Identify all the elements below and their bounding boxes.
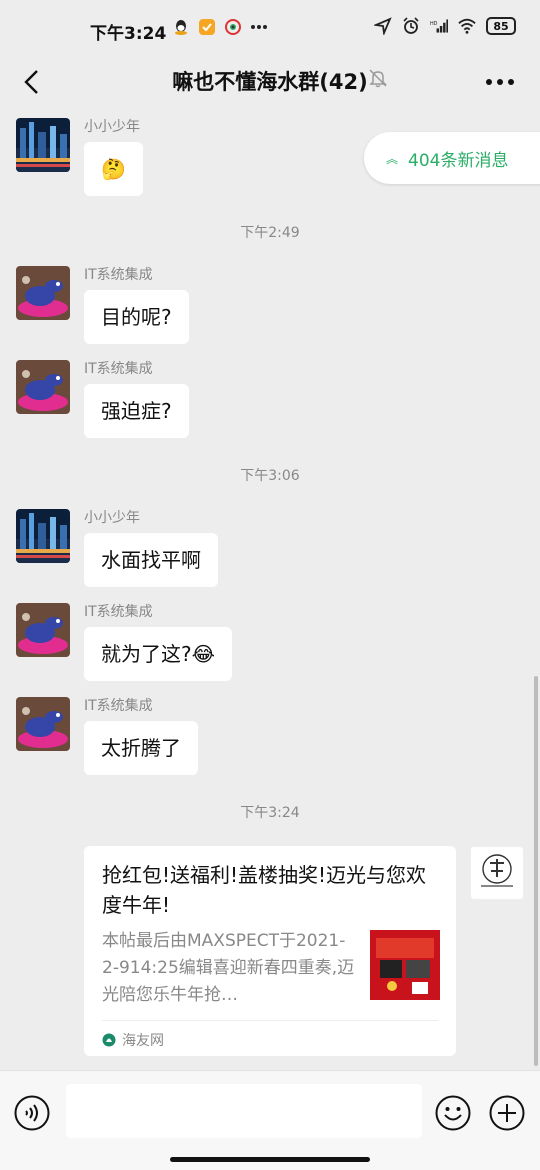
- source-logo-icon: [102, 1033, 116, 1047]
- message-bubble[interactable]: 🤔: [84, 142, 143, 196]
- double-chevron-up-icon: ︽: [386, 151, 399, 166]
- link-card-source: 海友网: [102, 1030, 164, 1050]
- scrollbar[interactable]: [534, 676, 538, 1066]
- svg-text:HD: HD: [430, 21, 438, 27]
- cellular-signal-icon: HD: [430, 19, 448, 33]
- message-row: IT系统集成 太折腾了: [16, 697, 198, 775]
- battery-level: 85: [493, 19, 509, 33]
- timestamp: 下午2:49: [240, 225, 300, 241]
- notes-app-icon: [199, 19, 215, 35]
- emoji-icon[interactable]: [435, 1095, 471, 1131]
- sender-name: 小小少年: [84, 510, 140, 526]
- message-input-bar: [0, 1070, 540, 1170]
- link-card-thumbnail: [370, 930, 440, 1000]
- weibo-icon: [225, 19, 241, 35]
- avatar-city-night[interactable]: [16, 509, 70, 563]
- sender-name: IT系统集成: [84, 267, 153, 283]
- timestamp: 下午3:24: [240, 805, 300, 821]
- new-messages-label: 404条新消息: [408, 150, 509, 171]
- avatar-city-night[interactable]: [16, 118, 70, 172]
- home-indicator[interactable]: [170, 1157, 370, 1162]
- chat-header: 嘛也不懂海水群(42): [0, 58, 540, 106]
- message-row: 小小少年 🤔: [16, 118, 143, 196]
- notification-icons: [172, 18, 268, 36]
- mute-bell-icon: [369, 69, 387, 88]
- message-bubble[interactable]: 目的呢?: [84, 290, 189, 344]
- message-row: IT系统集成 目的呢?: [16, 266, 189, 344]
- more-options-button[interactable]: [480, 64, 520, 100]
- message-bubble[interactable]: 太折腾了: [84, 721, 198, 775]
- message-bubble[interactable]: 强迫症?: [84, 384, 189, 438]
- self-avatar[interactable]: [470, 846, 524, 900]
- alarm-icon: [403, 17, 419, 34]
- avatar-dinosaur[interactable]: [16, 603, 70, 657]
- more-notifications-icon: [251, 25, 267, 29]
- new-messages-button[interactable]: ︽ 404条新消息: [364, 132, 540, 184]
- chat-message-list[interactable]: 小小少年 🤔 ︽ 404条新消息 下午2:49 IT系统集成 目的呢? IT系统…: [0, 106, 540, 1070]
- timestamp: 下午3:06: [240, 468, 300, 484]
- status-time: 下午3:24: [90, 24, 167, 44]
- system-status-icons: HD 85: [374, 17, 516, 35]
- sender-name: IT系统集成: [84, 361, 153, 377]
- status-bar: 下午3:24 HD 85: [0, 0, 540, 58]
- avatar-dinosaur[interactable]: [16, 266, 70, 320]
- link-card-message[interactable]: 抢红包!送福利!盖楼抽奖!迈光与您欢度牛年! 本帖最后由MAXSPECT于202…: [84, 846, 456, 1056]
- link-card-description: 本帖最后由MAXSPECT于2021-2-914:25编辑喜迎新春四重奏,迈光陪…: [102, 931, 355, 1005]
- sender-name: 小小少年: [84, 119, 140, 135]
- sender-name: IT系统集成: [84, 698, 153, 714]
- message-row: IT系统集成 强迫症?: [16, 360, 189, 438]
- link-card-divider: [102, 1020, 438, 1021]
- message-bubble[interactable]: 水面找平啊: [84, 533, 218, 587]
- wifi-icon: [458, 18, 476, 34]
- message-row: IT系统集成 就为了这?😂: [16, 603, 232, 681]
- sender-name: IT系统集成: [84, 604, 153, 620]
- message-bubble[interactable]: 就为了这?😂: [84, 627, 232, 681]
- qq-icon: [175, 20, 187, 35]
- plus-icon[interactable]: [489, 1095, 525, 1131]
- more-dots-icon: [486, 79, 514, 85]
- message-row: 小小少年 水面找平啊: [16, 509, 218, 587]
- chat-title: 嘛也不懂海水群(42): [172, 70, 368, 94]
- message-input[interactable]: [66, 1084, 422, 1138]
- link-card-title: 抢红包!送福利!盖楼抽奖!迈光与您欢度牛年!: [102, 863, 427, 917]
- voice-input-icon[interactable]: [14, 1095, 50, 1131]
- avatar-dinosaur[interactable]: [16, 697, 70, 751]
- location-icon: [374, 17, 392, 35]
- avatar-dinosaur[interactable]: [16, 360, 70, 414]
- link-card-source-name: 海友网: [122, 1033, 164, 1049]
- battery-indicator: 85: [486, 17, 516, 35]
